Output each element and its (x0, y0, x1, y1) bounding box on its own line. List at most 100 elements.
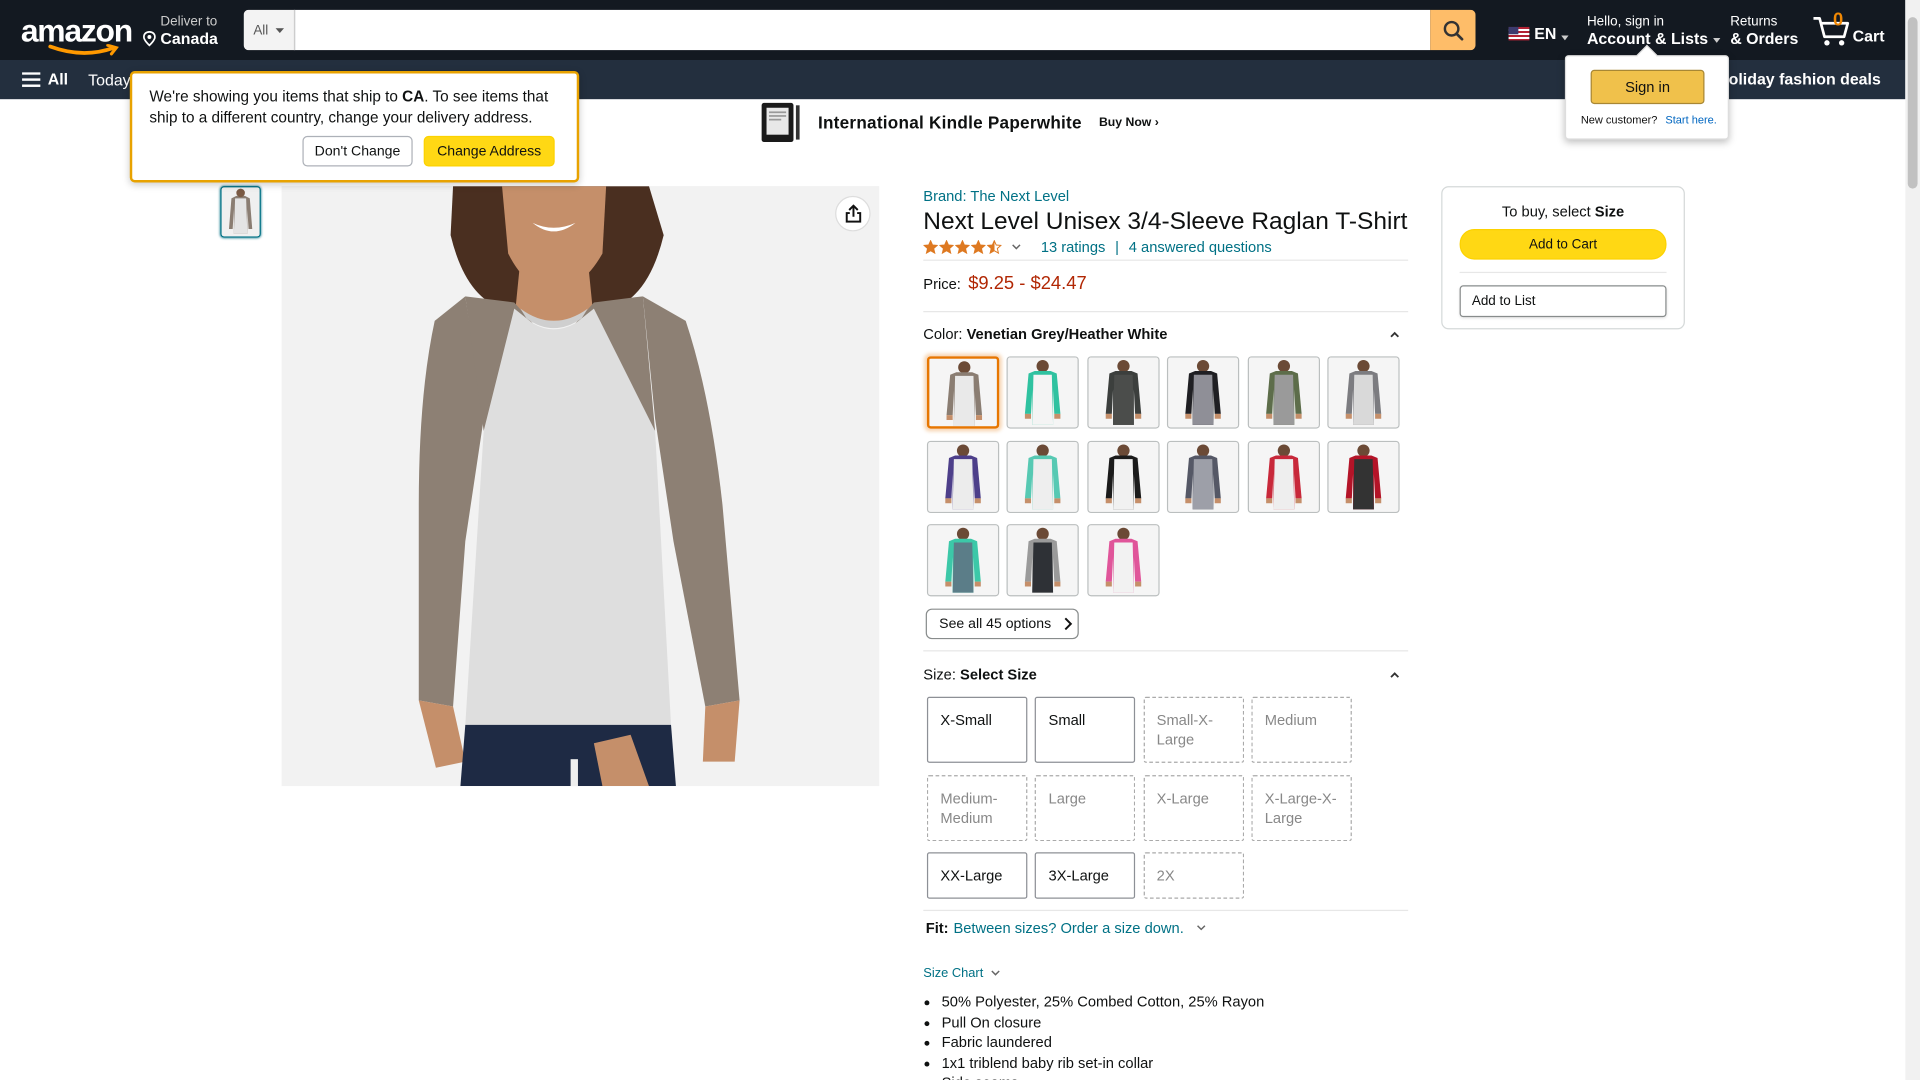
size-chart-link[interactable]: Size Chart (923, 966, 1000, 981)
dont-change-button[interactable]: Don't Change (302, 135, 413, 167)
size-option[interactable]: Small (1035, 696, 1136, 763)
size-option-label: XX-Large (940, 866, 1003, 885)
chevron-up-icon[interactable] (1389, 328, 1401, 340)
star-icon (955, 240, 970, 255)
page-scrollbar[interactable] (1905, 0, 1920, 1080)
chevron-up-icon[interactable] (1389, 669, 1401, 681)
holiday-deals-link[interactable]: o holiday fashion deals (1705, 70, 1881, 88)
search-category-dropdown[interactable]: All (243, 9, 296, 51)
color-swatch[interactable] (1007, 440, 1080, 513)
fit-link[interactable]: Between sizes? Order a size down. (953, 920, 1183, 937)
deliver-to[interactable]: Deliver to Canada (142, 15, 218, 48)
size-option-label: Small (1048, 711, 1086, 729)
amazon-logo[interactable]: amazon (21, 12, 133, 56)
color-swatch[interactable] (1007, 356, 1080, 429)
star-icon (971, 240, 986, 255)
color-swatch[interactable] (1327, 440, 1400, 513)
answered-questions-link[interactable]: 4 answered questions (1129, 239, 1272, 256)
cart-button[interactable]: 0 Cart (1812, 10, 1885, 52)
ratings-count-link[interactable]: 13 ratings (1041, 239, 1106, 256)
star-rating[interactable] (923, 240, 1002, 255)
share-button[interactable] (835, 195, 871, 232)
color-swatch[interactable] (926, 356, 1000, 429)
search-bar: All (243, 9, 1476, 51)
banner-buy-now[interactable]: Buy Now › (1099, 116, 1159, 129)
shirt-swatch-image (928, 525, 998, 596)
shirt-swatch-image (1088, 525, 1159, 596)
brand-link[interactable]: Brand: The Next Level (923, 187, 1069, 204)
main-product-image[interactable] (281, 186, 880, 787)
change-address-button[interactable]: Change Address (423, 135, 555, 167)
hamburger-icon (22, 71, 41, 87)
color-swatch[interactable] (926, 440, 1000, 513)
chevron-right-icon (1065, 617, 1073, 631)
price-label: Price: (923, 275, 961, 293)
color-swatch[interactable] (1167, 356, 1240, 429)
kindle-banner[interactable]: International Kindle Paperwhite Buy Now … (759, 102, 1159, 144)
chevron-down-icon[interactable] (1196, 924, 1206, 931)
feature-bullet: 50% Polyester, 25% Combed Cotton, 25% Ra… (942, 992, 1265, 1012)
shirt-swatch-image (1328, 357, 1399, 428)
account-greeting: Hello, sign in (1586, 14, 1665, 30)
add-to-cart-button[interactable]: Add to Cart (1459, 228, 1667, 260)
size-option-label: Large (1048, 789, 1087, 807)
deliver-to-label: Deliver to (160, 14, 218, 30)
divider (923, 909, 1409, 912)
feature-bullet: Fabric laundered (942, 1032, 1265, 1052)
scrollbar-thumb[interactable] (1907, 17, 1918, 189)
size-option[interactable]: X-Large-X-Large (1251, 774, 1352, 841)
cart-label: Cart (1852, 26, 1885, 46)
size-option[interactable]: X-Large (1143, 774, 1244, 841)
size-option[interactable]: 2X (1143, 852, 1244, 899)
color-swatch[interactable] (1327, 356, 1400, 429)
star-icon (986, 240, 1002, 255)
divider (1459, 271, 1667, 274)
start-here-link[interactable]: Start here. (1665, 114, 1716, 126)
search-category-label: All (253, 22, 269, 38)
location-pin-icon (143, 30, 156, 47)
all-menu-button[interactable]: All (22, 70, 68, 88)
color-swatch[interactable] (1247, 356, 1320, 429)
account-lists[interactable]: Hello, sign in Account & Lists (1586, 14, 1721, 48)
shirt-swatch-image (1248, 441, 1319, 512)
fit-row: Fit: Between sizes? Order a size down. (926, 920, 1206, 937)
shirt-swatch-image (928, 441, 998, 512)
color-heading: Color: Venetian Grey/Heather White (923, 326, 1167, 343)
size-label: Size: (923, 666, 956, 684)
size-option[interactable]: Medium-Medium (926, 774, 1028, 841)
price-value: $9.25 - $24.47 (968, 273, 1087, 294)
color-swatch[interactable] (926, 524, 1000, 597)
fit-label: Fit: (925, 919, 949, 937)
add-to-list-button[interactable]: Add to List (1459, 285, 1667, 318)
color-swatch[interactable] (1087, 524, 1160, 597)
size-option[interactable]: Small-X-Large (1143, 696, 1244, 763)
sign-in-button[interactable]: Sign in (1590, 69, 1705, 105)
color-swatch[interactable] (1007, 524, 1080, 597)
feature-bullet: Side seams (942, 1073, 1265, 1080)
returns-orders[interactable]: Returns & Orders (1730, 15, 1798, 48)
language-selector[interactable]: EN (1508, 24, 1569, 43)
color-swatch[interactable] (1087, 440, 1160, 513)
color-swatch[interactable] (1167, 440, 1240, 513)
returns-label: Returns (1730, 14, 1778, 30)
ship-to-popover: We're showing you items that ship to CA.… (129, 71, 580, 183)
see-all-options-button[interactable]: See all 45 options (925, 608, 1079, 640)
search-input[interactable] (295, 9, 1431, 51)
caret-down-icon (1713, 37, 1721, 43)
size-option[interactable]: Medium (1251, 696, 1352, 763)
kindle-device-icon (761, 102, 800, 143)
size-option[interactable]: XX-Large (926, 852, 1028, 899)
color-swatch[interactable] (1247, 440, 1320, 513)
size-option[interactable]: Large (1035, 774, 1136, 841)
size-value: Select Size (960, 666, 1037, 684)
size-option[interactable]: 3X-Large (1035, 852, 1136, 899)
to-buy-strong: Size (1594, 203, 1625, 221)
feature-bullet: 1x1 triblend baby rib set-in collar (942, 1052, 1265, 1072)
color-value: Venetian Grey/Heather White (966, 325, 1168, 343)
size-option[interactable]: X-Small (926, 696, 1028, 763)
color-swatch[interactable] (1087, 356, 1160, 429)
chevron-down-icon[interactable] (1011, 244, 1021, 251)
gallery-thumbnail[interactable] (220, 186, 261, 238)
size-option-label: X-Small (940, 711, 992, 729)
search-button[interactable] (1430, 9, 1476, 51)
